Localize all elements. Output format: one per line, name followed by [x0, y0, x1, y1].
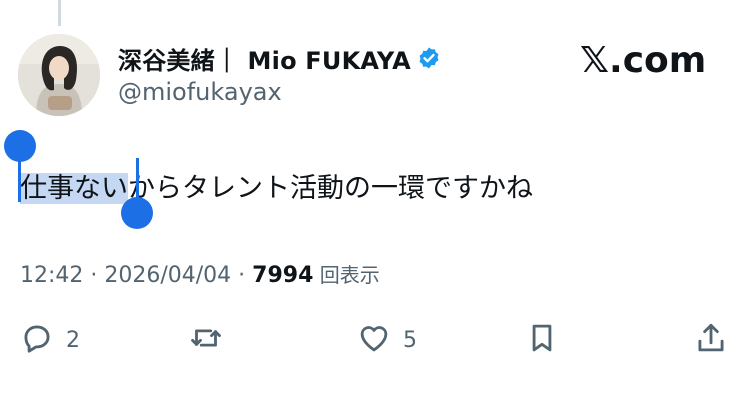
bookmark-button[interactable] — [523, 318, 561, 362]
selection-start-caret — [18, 158, 21, 202]
display-name[interactable]: 深谷美緒｜ Mio FUKAYA — [118, 41, 411, 76]
retweet-icon — [187, 319, 225, 361]
like-button[interactable]: 5 — [355, 318, 417, 362]
tweet-meta: 12:42 · 2026/04/04 · 7994 回表示 — [20, 259, 380, 288]
unselected-text: からタレント活動の一環ですかね — [128, 173, 533, 204]
reply-icon — [18, 319, 56, 361]
verified-badge-icon — [417, 46, 441, 70]
tweet-text[interactable]: 仕事ないからタレント活動の一環ですかね — [20, 166, 533, 205]
brand-domain: .com — [609, 40, 707, 81]
x-logo-icon: 𝕏 — [580, 40, 610, 81]
heart-icon — [355, 319, 393, 361]
thread-connector-line — [58, 0, 61, 26]
reply-count: 2 — [66, 327, 80, 353]
user-handle[interactable]: @miofukayax — [118, 78, 282, 106]
like-count: 5 — [403, 327, 417, 353]
action-bar: 2 5 — [0, 318, 750, 362]
reply-button[interactable]: 2 — [18, 318, 80, 362]
share-icon — [692, 319, 730, 361]
selected-text: 仕事ない — [20, 173, 128, 204]
author-name-row: 深谷美緒｜ Mio FUKAYA — [118, 41, 441, 76]
share-button[interactable] — [692, 318, 730, 362]
selection-end-handle[interactable] — [121, 197, 153, 229]
view-count-label: 回表示 — [313, 263, 380, 287]
x-com-logo: 𝕏.com — [580, 40, 706, 81]
bookmark-icon — [523, 319, 561, 361]
retweet-button[interactable] — [187, 318, 225, 362]
avatar[interactable] — [18, 34, 100, 116]
view-count[interactable]: 7994 — [252, 263, 313, 288]
timestamp[interactable]: 12:42 · 2026/04/04 · — [20, 263, 252, 288]
